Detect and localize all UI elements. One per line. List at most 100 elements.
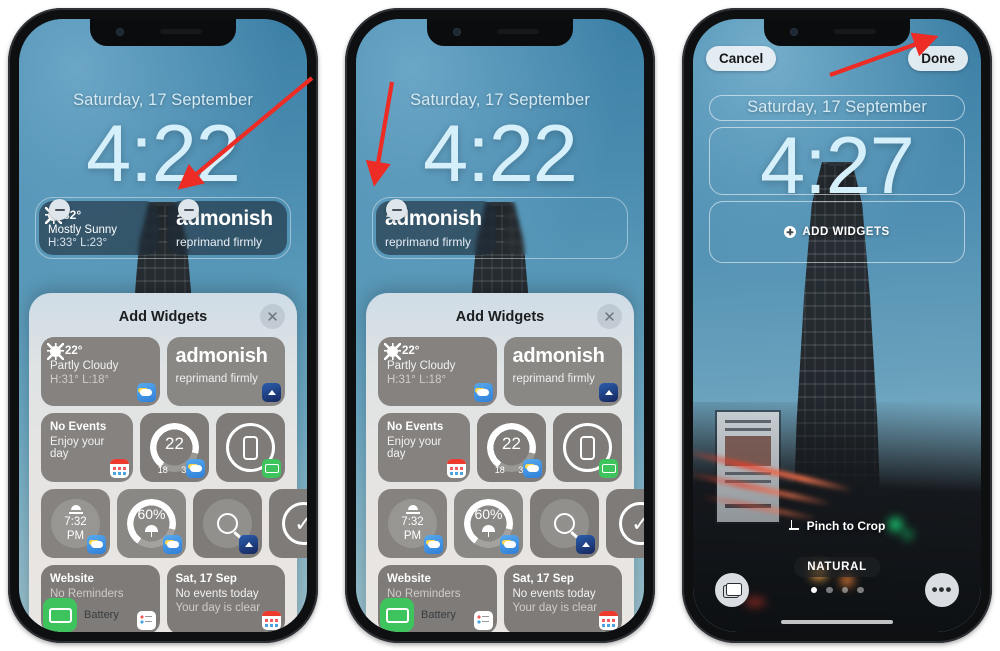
dictionary-app-icon [576,535,595,554]
checkmark-icon: ✓ [282,502,307,545]
phone-1-screen: Saturday, 17 September 4:22 32° Mostly S… [19,19,307,632]
lock-widget-row: 32° Mostly Sunny H:33° L:23° admonish re… [35,197,291,259]
widget-card-calendar-day[interactable]: Sat, 17 Sep No events today Your day is … [503,565,622,632]
sheet-title: Add Widgets [455,309,545,325]
card-word: admonish [175,345,268,367]
lock-widget-empty-slot[interactable] [504,201,624,255]
front-camera-icon [453,28,461,36]
sunset-meridiem: PM [66,529,85,542]
card-condition: Partly Cloudy [387,360,456,372]
dictionary-app-icon [239,535,258,554]
weather-app-icon [473,383,493,402]
weather-app-icon [424,535,443,554]
sunset-meridiem: PM [403,529,422,542]
widget-card-reminders-complete[interactable]: ✓ [606,489,644,558]
date-slot[interactable] [709,95,965,121]
widget-card-dictionary-word[interactable]: admonish reprimand firmly [166,337,285,406]
add-widgets-placeholder[interactable]: ADD WIDGETS [710,202,964,262]
sunset-icon [68,504,83,515]
gauge-value: 22 [502,434,521,453]
widget-card-sunset[interactable]: 7:32 PM [41,489,110,558]
front-camera-icon [790,28,798,36]
rain-percent: 60% [474,505,503,522]
battery-app-icon [599,459,618,478]
card-enjoy: Enjoy your day [387,436,442,460]
sheet-app-list[interactable]: Battery [43,598,119,632]
battery-app-icon[interactable] [380,598,414,632]
card-day-date: Sat, 17 Sep [175,573,237,585]
dictionary-app-icon [599,383,618,402]
widget-card-battery[interactable] [553,413,622,482]
lock-time: 4:22 [423,109,578,199]
phone-2-screen: Saturday, 17 September 4:22 admonish rep… [356,19,644,632]
widget-card-reminders-complete[interactable]: ✓ [269,489,307,558]
card-enjoy: Enjoy your day [50,436,105,460]
time-slot[interactable] [709,127,965,195]
widget-card-calendar-no-events[interactable]: No Events Enjoy your day [41,413,133,482]
photo-library-button[interactable] [715,573,749,607]
page-dot-4[interactable] [857,586,864,594]
photos-icon [722,582,742,598]
card-temp: 22° [402,345,420,357]
widget-card-temperature-gauge[interactable]: 22 18 31 [140,413,209,482]
widget-slot-empty[interactable]: ADD WIDGETS [709,201,965,263]
weather-app-icon [523,459,542,478]
close-icon[interactable]: ✕ [597,304,622,329]
card-day-events: No events today [512,588,596,600]
widget-card-dictionary-search[interactable] [530,489,599,558]
earpiece-speaker [834,29,876,34]
weather-condition: Mostly Sunny [48,224,118,236]
widget-card-rain-chance[interactable]: 60% [454,489,523,558]
widget-card-sunset[interactable]: 7:32 PM [378,489,447,558]
phone-3-frame: Cancel Done Saturday, 17 September 4:27 … [682,8,992,643]
widget-card-weather-conditions[interactable]: 22° Partly Cloudy H:31° L:18° [41,337,160,406]
partly-cloudy-icon [50,345,61,357]
gauge-low: 18 [494,465,505,475]
card-no-events: No Events [387,421,444,433]
done-button[interactable]: Done [908,46,968,71]
widget-card-battery[interactable] [216,413,285,482]
checkmark-icon: ✓ [619,502,644,545]
home-indicator [781,620,893,624]
page-dot-3[interactable] [841,586,848,594]
reminders-list-icon [473,611,493,630]
widget-card-rain-chance[interactable]: 60% [117,489,186,558]
dictionary-app-icon [262,383,281,402]
editor-bottom-bar: ••• [693,570,981,610]
close-icon[interactable]: ✕ [260,304,285,329]
page-dot-1[interactable] [810,586,817,594]
widget-card-calendar-day[interactable]: Sat, 17 Sep No events today Your day is … [166,565,285,632]
plus-circle-icon [784,226,797,238]
remove-dictionary-widget-button[interactable] [178,199,199,220]
earpiece-speaker [160,29,202,34]
page-dot-2[interactable] [826,586,833,594]
remove-dictionary-widget-button[interactable] [386,199,407,220]
style-page-indicator[interactable] [810,586,864,594]
partly-cloudy-icon [387,345,398,357]
widget-card-weather-conditions[interactable]: 22° Partly Cloudy H:31° L:18° [378,337,497,406]
battery-app-icon[interactable] [43,598,77,632]
battery-app-icon [262,459,281,478]
sheet-title: Add Widgets [118,309,208,325]
widget-card-temperature-gauge[interactable]: 22 18 31 [477,413,546,482]
sunset-icon [405,504,420,515]
sheet-app-list[interactable]: Battery [380,598,456,632]
battery-app-label: Battery [84,609,119,621]
calendar-app-icon [110,459,129,478]
remove-weather-widget-button[interactable] [49,199,70,220]
dictionary-definition: reprimand firmly [176,235,263,250]
gauge-value: 22 [165,434,184,453]
notch [427,19,573,46]
crop-icon [788,520,801,532]
rain-percent: 60% [137,505,166,522]
card-day-events: No events today [175,588,259,600]
widget-card-dictionary-word[interactable]: admonish reprimand firmly [503,337,622,406]
weather-app-icon [87,535,106,554]
widget-grid: 22° Partly Cloudy H:31° L:18° admonish r… [41,337,307,632]
weather-range: H:33° L:23° [48,237,108,249]
add-widgets-sheet-1: Add Widgets ✕ 22° Partly Cloudy H:31° L:… [29,293,307,632]
widget-card-dictionary-search[interactable] [193,489,262,558]
more-options-button[interactable]: ••• [925,573,959,607]
widget-card-calendar-no-events[interactable]: No Events Enjoy your day [378,413,470,482]
cancel-button[interactable]: Cancel [706,46,777,71]
